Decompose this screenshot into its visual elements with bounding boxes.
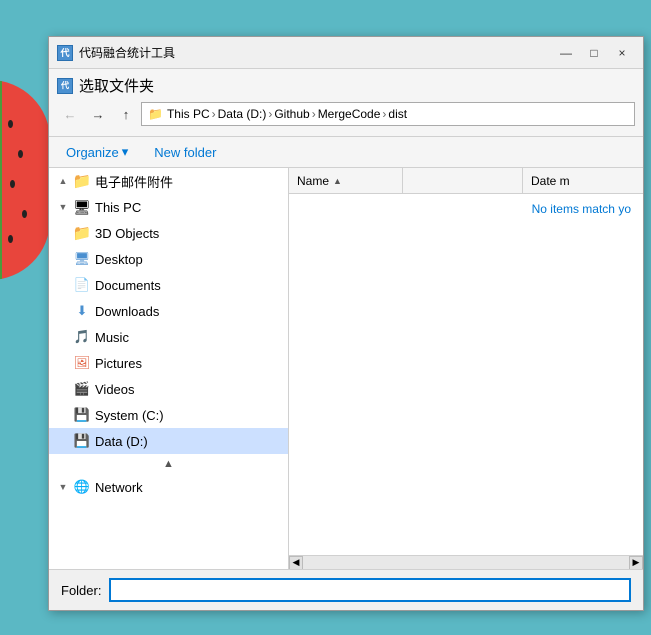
folder-icon: 📁 — [73, 172, 91, 190]
address-part-2: Github — [274, 107, 309, 121]
folder-label: Folder: — [61, 583, 101, 598]
data-drive-icon: 💾 — [73, 432, 91, 450]
nav-back-button[interactable]: ← — [57, 102, 83, 126]
address-part-3: MergeCode — [318, 107, 381, 121]
music-icon: 🎵 — [73, 328, 91, 346]
tree-item-documents[interactable]: 📄 Documents — [49, 272, 288, 298]
tree-item-label: Downloads — [95, 304, 159, 319]
organize-label: Organize — [66, 145, 119, 160]
title-bar-controls: — □ × — [553, 43, 635, 63]
nav-bar: ← → ↑ 📁 This PC › Data (D:) › Github › M… — [57, 102, 635, 126]
tree-item-label: This PC — [95, 200, 141, 215]
tree-item-downloads[interactable]: ⬇ Downloads — [49, 298, 288, 324]
col-header-type[interactable] — [403, 168, 523, 193]
folder-input[interactable] — [109, 578, 631, 602]
scroll-left-button[interactable]: ◀ — [289, 556, 303, 570]
col-name-label: Name — [297, 174, 329, 188]
file-dialog: 代 代码融合统计工具 — □ × 代 选取文件夹 ← → ↑ 📁 This PC… — [48, 36, 644, 611]
tree-item-label: Pictures — [95, 356, 142, 371]
dialog-title: 选取文件夹 — [79, 75, 154, 96]
seed — [8, 120, 13, 128]
sort-arrow: ▲ — [333, 176, 342, 186]
toolbar: Organize ▾ New folder — [49, 137, 643, 168]
tree-item-label: Music — [95, 330, 129, 345]
tree-item-label: Videos — [95, 382, 135, 397]
col-header-date[interactable]: Date m — [523, 168, 643, 193]
desktop-icon: 🖥 — [73, 250, 91, 268]
close-button[interactable]: × — [609, 43, 635, 63]
expand-icon: ▼ — [57, 201, 69, 213]
content-area: ▲ 📁 电子邮件附件 ▼ 🖥 This PC 📁 3D Objects 🖥 De… — [49, 168, 643, 569]
scroll-up-arrow[interactable]: ▲ — [155, 456, 182, 472]
tree-item-label: 3D Objects — [95, 226, 159, 241]
title-bar: 代 代码融合统计工具 — □ × — [49, 37, 643, 69]
seed — [8, 235, 13, 243]
videos-icon: 🎬 — [73, 380, 91, 398]
empty-message-area: No items match yo — [289, 194, 643, 555]
col-date-label: Date m — [531, 174, 570, 188]
empty-message: No items match yo — [532, 202, 631, 216]
column-headers: Name ▲ Date m — [289, 168, 643, 194]
tree-item-email-attachments[interactable]: ▲ 📁 电子邮件附件 — [49, 168, 288, 194]
new-folder-button[interactable]: New folder — [145, 141, 225, 164]
tree-item-network[interactable]: ▼ 🌐 Network — [49, 474, 288, 500]
pc-icon: 🖥 — [73, 198, 91, 216]
dialog-icon: 代 — [57, 78, 73, 94]
tree-item-label: Documents — [95, 278, 161, 293]
seed — [22, 210, 27, 218]
organize-button[interactable]: Organize ▾ — [57, 140, 137, 164]
organize-arrow: ▾ — [122, 144, 129, 160]
address-part-4: dist — [388, 107, 407, 121]
nav-forward-button[interactable]: → — [85, 102, 111, 126]
documents-icon: 📄 — [73, 276, 91, 294]
tree-item-this-pc[interactable]: ▼ 🖥 This PC — [49, 194, 288, 220]
col-header-name[interactable]: Name ▲ — [289, 168, 403, 193]
maximize-button[interactable]: □ — [581, 43, 607, 63]
minimize-button[interactable]: — — [553, 43, 579, 63]
tree-item-label: Desktop — [95, 252, 143, 267]
tree-item-data-d[interactable]: 💾 Data (D:) — [49, 428, 288, 454]
address-bar[interactable]: 📁 This PC › Data (D:) › Github › MergeCo… — [141, 102, 635, 126]
nav-up-button[interactable]: ↑ — [113, 102, 139, 126]
right-panel: Name ▲ Date m No items match yo ◀ ▶ — [289, 168, 643, 569]
dialog-title-row: 代 选取文件夹 — [57, 75, 635, 96]
network-icon: 🌐 — [73, 478, 91, 496]
scroll-right-button[interactable]: ▶ — [629, 556, 643, 570]
tree-item-pictures[interactable]: 🖼 Pictures — [49, 350, 288, 376]
folder-icon: 📁 — [73, 224, 91, 242]
expand-icon: ▲ — [57, 175, 69, 187]
tree-item-system-c[interactable]: 💾 System (C:) — [49, 402, 288, 428]
tree-item-label: Data (D:) — [95, 434, 148, 449]
address-part-0: This PC — [167, 107, 210, 121]
system-drive-icon: 💾 — [73, 406, 91, 424]
bottom-area: Folder: — [49, 569, 643, 610]
tree-item-music[interactable]: 🎵 Music — [49, 324, 288, 350]
tree-item-3d-objects[interactable]: 📁 3D Objects — [49, 220, 288, 246]
seed — [10, 180, 15, 188]
address-folder-icon: 📁 — [148, 107, 163, 121]
seed — [18, 150, 23, 158]
horizontal-scrollbar: ◀ ▶ — [289, 555, 643, 569]
watermelon-decoration — [0, 80, 50, 280]
address-part-1: Data (D:) — [218, 107, 267, 121]
expand-icon: ▼ — [57, 481, 69, 493]
app-icon: 代 — [57, 45, 73, 61]
left-panel: ▲ 📁 电子邮件附件 ▼ 🖥 This PC 📁 3D Objects 🖥 De… — [49, 168, 289, 569]
new-folder-label: New folder — [154, 145, 216, 160]
tree-item-videos[interactable]: 🎬 Videos — [49, 376, 288, 402]
tree-item-label: Network — [95, 480, 143, 495]
title-bar-text: 代码融合统计工具 — [79, 44, 553, 61]
tree-item-desktop[interactable]: 🖥 Desktop — [49, 246, 288, 272]
dialog-header: 代 选取文件夹 ← → ↑ 📁 This PC › Data (D:) › Gi… — [49, 69, 643, 137]
pictures-icon: 🖼 — [73, 354, 91, 372]
scroll-up-indicator: ▲ — [49, 454, 288, 474]
scroll-track[interactable] — [303, 556, 629, 570]
downloads-icon: ⬇ — [73, 302, 91, 320]
tree-item-label: 电子邮件附件 — [95, 172, 173, 191]
tree-item-label: System (C:) — [95, 408, 164, 423]
